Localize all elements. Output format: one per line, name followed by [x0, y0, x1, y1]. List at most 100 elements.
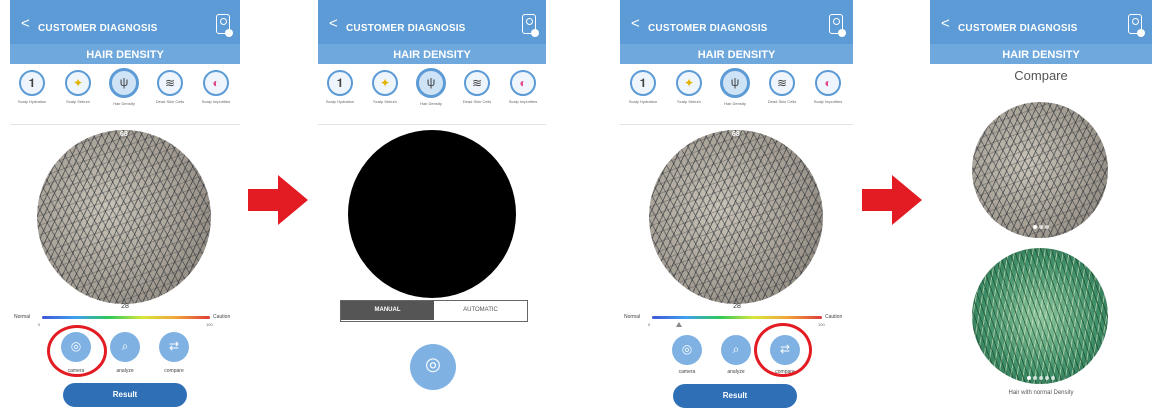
compare-button[interactable]: ⇄: [159, 332, 189, 362]
tab-hair-density[interactable]: ψ Hair Density: [411, 68, 451, 106]
analyze-label: analyze: [116, 368, 134, 374]
scale-max: 100: [818, 322, 825, 327]
automatic-mode-button[interactable]: AUTOMATIC: [434, 301, 527, 320]
lens-value: 68: [120, 131, 128, 138]
nav-bar: < CUSTOMER DIAGNOSIS: [620, 0, 853, 44]
carousel-dots: [930, 216, 1152, 234]
tab-dead-skin-cells[interactable]: ≋ Dead Skin Cells: [762, 70, 802, 104]
tab-scalp-impurities[interactable]: ◐ Scalp Impurities: [503, 70, 543, 104]
back-icon[interactable]: <: [21, 16, 30, 31]
density-value: 28: [121, 303, 129, 310]
screen-diagnosis-camera: < CUSTOMER DIAGNOSIS HAIR DENSITY 𝟏 Scalp…: [10, 0, 240, 415]
back-icon[interactable]: <: [941, 16, 950, 31]
tab-scalp-sebum[interactable]: ✦ Scalp Sebum: [58, 70, 98, 104]
tab-scalp-impurities[interactable]: ◐ Scalp Impurities: [196, 70, 236, 104]
camera-label: camera: [678, 369, 696, 375]
compare-label: compare: [164, 368, 184, 374]
scalp-sebum-icon: ✦: [372, 70, 398, 96]
analyze-button[interactable]: ⌕: [721, 335, 751, 365]
compare-title: Compare: [1014, 68, 1068, 83]
scale-label-caution: Caution: [213, 314, 231, 320]
screen-capture: < CUSTOMER DIAGNOSIS HAIR DENSITY 𝟏 Scalp…: [318, 0, 546, 415]
report-icon[interactable]: [829, 14, 846, 37]
lens-value: 68: [732, 131, 740, 138]
analyze-button[interactable]: ⌕: [110, 332, 140, 362]
tab-scalp-hydration[interactable]: 𝟏 Scalp Hydration: [320, 70, 360, 104]
camera-button[interactable]: ◎: [672, 335, 702, 365]
scalp-impurities-icon: ◐: [510, 70, 536, 96]
scale-label-normal: Normal: [624, 314, 641, 320]
carousel-dots: [930, 367, 1152, 385]
hair-density-icon: ψ: [109, 68, 139, 98]
dead-skin-cells-icon: ≋: [464, 70, 490, 96]
density-value: 28: [733, 303, 741, 310]
camera-icon: ◎: [425, 354, 441, 374]
scalp-hydration-icon: 𝟏: [630, 70, 656, 96]
category-row: 𝟏 Scalp Hydration ✦ Scalp Sebum ψ Hair Dens…: [10, 64, 240, 125]
scalp-hydration-icon: 𝟏: [327, 70, 353, 96]
dead-skin-cells-icon: ≋: [157, 70, 183, 96]
tab-dead-skin-cells[interactable]: ≋ Dead Skin Cells: [150, 70, 190, 104]
section-title: HAIR DENSITY: [1002, 49, 1080, 61]
tab-scalp-impurities[interactable]: ◐ Scalp Impurities: [808, 70, 848, 104]
tab-scalp-sebum[interactable]: ✦ Scalp Sebum: [669, 70, 709, 104]
scalp-image: [649, 130, 823, 304]
section-title: HAIR DENSITY: [697, 49, 776, 61]
nav-bar: < CUSTOMER DIAGNOSIS: [930, 0, 1152, 44]
section-title: HAIR DENSITY: [86, 49, 164, 61]
arrow-right-icon: [862, 175, 922, 225]
back-icon[interactable]: <: [631, 16, 640, 31]
analyze-label: analyze: [727, 369, 745, 375]
page-title: CUSTOMER DIAGNOSIS: [346, 23, 466, 34]
camera-preview: [348, 130, 516, 298]
scalp-image: [37, 130, 211, 304]
tab-scalp-sebum[interactable]: ✦ Scalp Sebum: [365, 70, 405, 104]
compare-icon: ⇄: [168, 339, 180, 353]
scalp-hydration-icon: 𝟏: [19, 70, 45, 96]
manual-mode-button[interactable]: MANUAL: [341, 301, 434, 320]
highlight-ring: [47, 325, 107, 377]
nav-bar: < CUSTOMER DIAGNOSIS: [10, 0, 240, 44]
reference-caption: Hair with normal Density: [1008, 390, 1074, 396]
page-title: CUSTOMER DIAGNOSIS: [38, 23, 158, 34]
scalp-impurities-icon: ◐: [203, 70, 229, 96]
tab-scalp-hydration[interactable]: 𝟏 Scalp Hydration: [623, 70, 663, 104]
tab-scalp-hydration[interactable]: 𝟏 Scalp Hydration: [12, 70, 52, 104]
back-icon[interactable]: <: [329, 16, 338, 31]
report-icon[interactable]: [1128, 14, 1145, 37]
report-icon[interactable]: [522, 14, 539, 37]
result-button[interactable]: Result: [673, 384, 797, 408]
result-button[interactable]: Result: [63, 383, 187, 407]
highlight-ring: [754, 323, 812, 377]
report-icon[interactable]: [216, 14, 233, 37]
category-row: 𝟏 Scalp Hydration ✦ Scalp Sebum ψ Hair Dens…: [620, 64, 853, 125]
screen-compare: < CUSTOMER DIAGNOSIS HAIR DENSITY Compar…: [930, 0, 1152, 415]
hair-density-icon: ψ: [416, 68, 446, 98]
section-title: HAIR DENSITY: [393, 49, 471, 61]
camera-icon: ◎: [681, 342, 693, 356]
density-scale: [652, 316, 822, 319]
scale-label-normal: Normal: [14, 314, 31, 320]
hair-density-icon: ψ: [720, 68, 750, 98]
analyze-icon: ⌕: [732, 342, 740, 356]
scale-min: 0: [38, 322, 41, 327]
capture-button[interactable]: ◎: [410, 344, 456, 390]
mode-toggle: MANUAL AUTOMATIC: [340, 300, 528, 322]
dead-skin-cells-icon: ≋: [769, 70, 795, 96]
scale-label-caution: Caution: [825, 314, 843, 320]
scale-min: 0: [648, 322, 651, 327]
scalp-sebum-icon: ✦: [676, 70, 702, 96]
density-scale: [42, 316, 210, 319]
tab-hair-density[interactable]: ψ Hair Density: [104, 68, 144, 106]
reference-scalp-image[interactable]: [972, 248, 1108, 384]
analyze-icon: ⌕: [121, 339, 129, 353]
scalp-impurities-icon: ◐: [815, 70, 841, 96]
scale-max: 100: [206, 322, 213, 327]
tab-hair-density[interactable]: ψ Hair Density: [715, 68, 755, 106]
category-row: 𝟏 Scalp Hydration ✦ Scalp Sebum ψ Hair Dens…: [318, 64, 546, 125]
tab-dead-skin-cells[interactable]: ≋ Dead Skin Cells: [457, 70, 497, 104]
scalp-sebum-icon: ✦: [65, 70, 91, 96]
screen-diagnosis-compare: < CUSTOMER DIAGNOSIS HAIR DENSITY 𝟏 Scalp…: [620, 0, 853, 415]
nav-bar: < CUSTOMER DIAGNOSIS: [318, 0, 546, 44]
page-title: CUSTOMER DIAGNOSIS: [648, 23, 768, 34]
